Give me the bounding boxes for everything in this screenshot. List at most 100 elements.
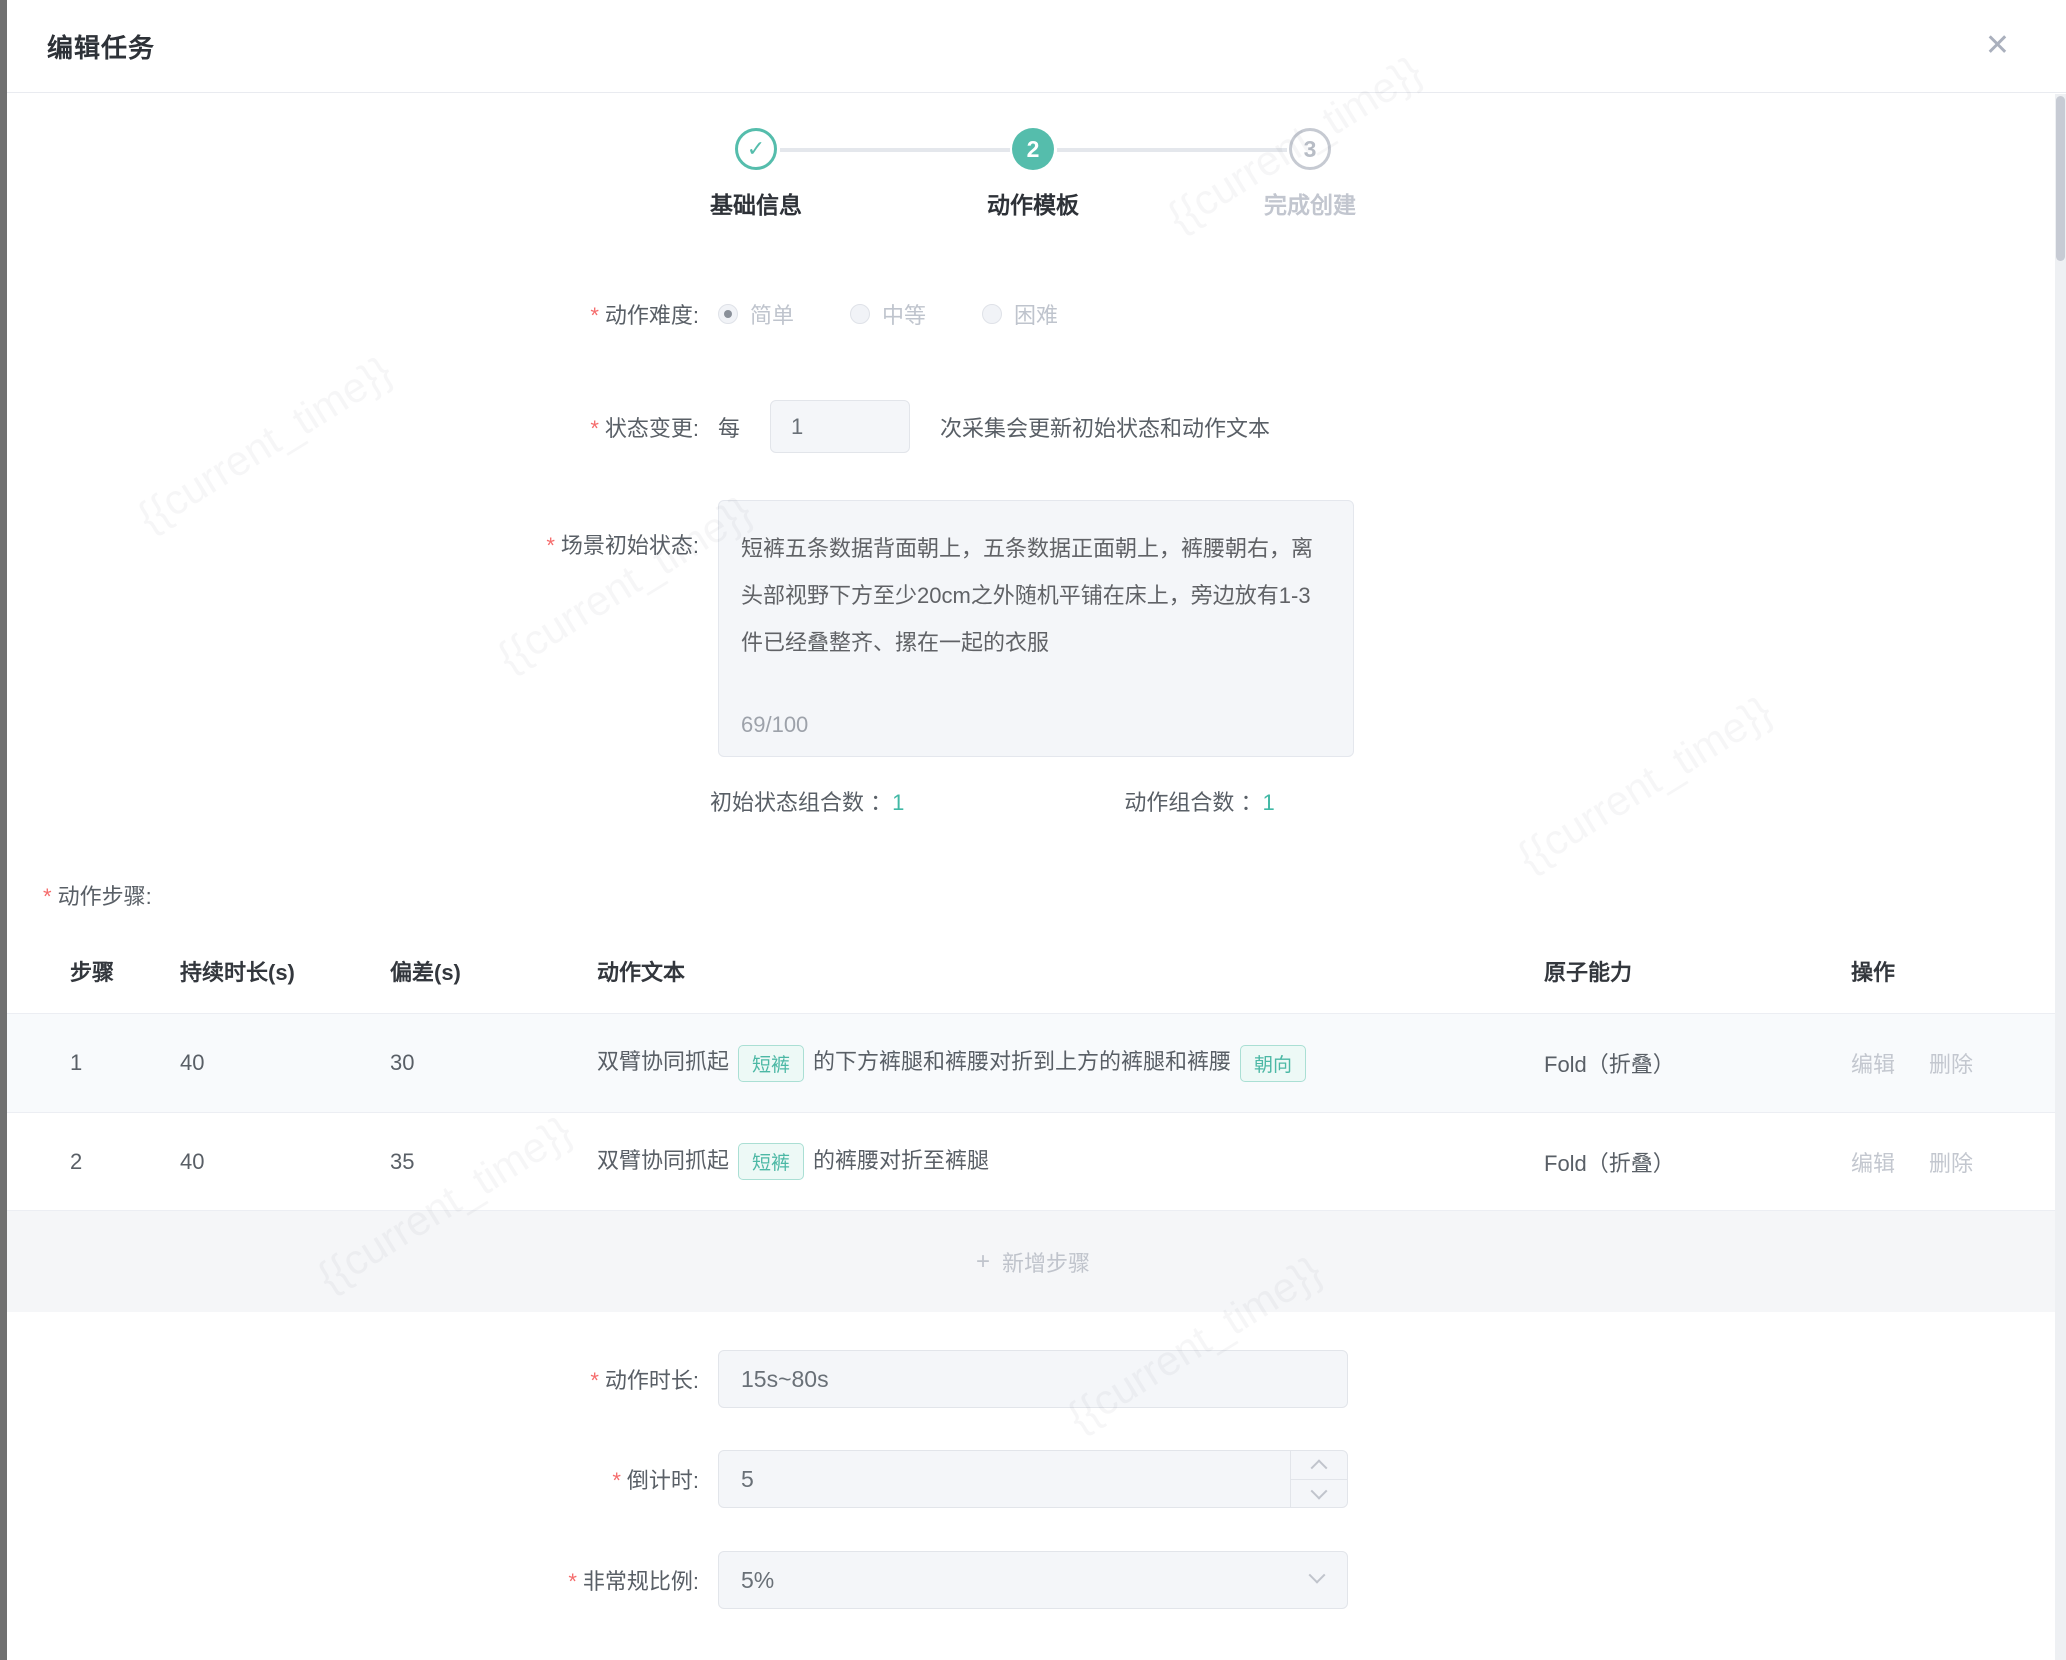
select-chevron-down-icon	[1309, 1567, 1326, 1584]
step3-number: 3	[1289, 128, 1331, 170]
cell-operations: 编辑 删除	[1851, 1014, 2066, 1113]
wizard-stepper: ✓ 基础信息 2 动作模板 3 完成创建	[0, 93, 2066, 220]
state-change-row: *状态变更: 每 1 次采集会更新初始状态和动作文本	[0, 400, 2066, 453]
state-change-suffix: 次采集会更新初始状态和动作文本	[940, 411, 1270, 443]
unusual-ratio-label: *非常规比例:	[0, 1564, 699, 1596]
difficulty-options: 简单 中等 困难	[718, 298, 1114, 330]
step-connector	[780, 148, 1010, 152]
edit-link[interactable]: 编辑	[1851, 1151, 1895, 1176]
unusual-ratio-select[interactable]: 5%	[718, 1551, 1348, 1609]
delete-link[interactable]: 删除	[1929, 1052, 1973, 1077]
col-operations: 操作	[1851, 929, 2066, 1014]
action-combo-label: 动作组合数 ：1	[1124, 785, 1274, 817]
initial-state-label: *场景初始状态:	[0, 528, 699, 560]
step-action-template: 2 动作模板	[895, 128, 1172, 220]
initial-state-row: *场景初始状态: 短裤五条数据背面朝上，五条数据正面朝上，裤腰朝右，离头部视野下…	[0, 500, 2066, 757]
table-row: 2 40 35 双臂协同抓起短裤的裤腰对折至裤腿 Fold（折叠） 编辑 删除	[0, 1112, 2066, 1211]
radio-hard[interactable]: 困难	[982, 298, 1058, 330]
cell-step: 1	[0, 1014, 180, 1113]
required-asterisk: *	[590, 1368, 599, 1393]
cell-duration: 40	[180, 1112, 390, 1211]
object-tag: 短裤	[738, 1045, 804, 1082]
required-asterisk: *	[612, 1468, 621, 1493]
cell-step: 2	[0, 1112, 180, 1211]
duration-label: *动作时长:	[0, 1363, 699, 1395]
delete-link[interactable]: 删除	[1929, 1151, 1973, 1176]
radio-circle-icon	[850, 304, 870, 324]
radio-circle-icon	[718, 304, 738, 324]
initial-combo-label: 初始状态组合数 ：1	[710, 785, 904, 817]
countdown-row: *倒计时: 5	[0, 1450, 2066, 1508]
scrollbar-track[interactable]	[2055, 94, 2066, 1660]
cell-deviation: 35	[390, 1112, 597, 1211]
initial-state-text: 短裤五条数据背面朝上，五条数据正面朝上，裤腰朝右，离头部视野下方至少20cm之外…	[741, 525, 1325, 666]
col-step: 步骤	[0, 929, 180, 1014]
difficulty-row: *动作难度: 简单 中等 困难	[0, 298, 2066, 330]
close-icon[interactable]: ✕	[1985, 31, 2010, 61]
step3-label: 完成创建	[1264, 186, 1356, 220]
countdown-input[interactable]: 5	[718, 1450, 1348, 1508]
step1-label: 基础信息	[710, 186, 802, 220]
cell-ability: Fold（折叠）	[1544, 1112, 1851, 1211]
chevron-up-icon	[1311, 1459, 1328, 1476]
difficulty-label: *动作难度:	[0, 298, 699, 330]
plus-icon: +	[976, 1248, 990, 1276]
step-complete-creation: 3 完成创建	[1172, 128, 1449, 220]
table-row: 1 40 30 双臂协同抓起短裤的下方裤腿和裤腰对折到上方的裤腿和裤腰朝向 Fo…	[0, 1014, 2066, 1113]
cell-ability: Fold（折叠）	[1544, 1014, 1851, 1113]
orientation-tag: 朝向	[1240, 1045, 1306, 1082]
cell-action-text: 双臂协同抓起短裤的裤腰对折至裤腿	[597, 1112, 1544, 1211]
action-steps-section-label: *动作步骤:	[43, 879, 2066, 911]
col-atomic-ability: 原子能力	[1544, 929, 1851, 1014]
initial-state-textarea[interactable]: 短裤五条数据背面朝上，五条数据正面朝上，裤腰朝右，离头部视野下方至少20cm之外…	[718, 500, 1354, 757]
step2-number: 2	[1012, 128, 1054, 170]
number-stepper	[1290, 1451, 1347, 1507]
add-step-button[interactable]: + 新增步骤	[0, 1211, 2066, 1312]
stepper-up-button[interactable]	[1291, 1451, 1347, 1480]
state-change-label: *状态变更:	[0, 411, 699, 443]
char-counter: 69/100	[741, 712, 808, 738]
dialog-title: 编辑任务	[47, 28, 155, 65]
table-header-row: 步骤 持续时长(s) 偏差(s) 动作文本 原子能力 操作	[0, 929, 2066, 1014]
col-action-text: 动作文本	[597, 929, 1544, 1014]
action-combo-value: 1	[1263, 790, 1275, 815]
required-asterisk: *	[546, 533, 555, 558]
action-steps-table: 步骤 持续时长(s) 偏差(s) 动作文本 原子能力 操作 1 40 30 双臂…	[0, 929, 2066, 1211]
watermark-layer: {{current_time}} {{current_time}} {{curr…	[0, 0, 2066, 1660]
step-connector	[1057, 148, 1287, 152]
col-duration: 持续时长(s)	[180, 929, 390, 1014]
chevron-down-icon	[1311, 1482, 1328, 1499]
countdown-label: *倒计时:	[0, 1463, 699, 1495]
radio-simple[interactable]: 简单	[718, 298, 794, 330]
radio-hard-label: 困难	[1014, 298, 1058, 330]
state-change-prefix: 每	[718, 411, 740, 443]
step1-check-icon: ✓	[735, 128, 777, 170]
cell-deviation: 30	[390, 1014, 597, 1113]
col-deviation: 偏差(s)	[390, 929, 597, 1014]
required-asterisk: *	[590, 416, 599, 441]
step-basic-info: ✓ 基础信息	[618, 128, 895, 220]
radio-circle-icon	[982, 304, 1002, 324]
state-change-input[interactable]: 1	[770, 400, 910, 453]
required-asterisk: *	[590, 303, 599, 328]
add-step-label: 新增步骤	[1002, 1246, 1090, 1278]
radio-simple-label: 简单	[750, 298, 794, 330]
required-asterisk: *	[568, 1569, 577, 1594]
stepper-down-button[interactable]	[1291, 1480, 1347, 1508]
combos-row: 初始状态组合数 ：1 动作组合数 ：1	[0, 785, 2066, 817]
page-left-edge	[0, 0, 7, 1660]
edit-link[interactable]: 编辑	[1851, 1052, 1895, 1077]
cell-operations: 编辑 删除	[1851, 1112, 2066, 1211]
radio-medium-label: 中等	[882, 298, 926, 330]
duration-input[interactable]: 15s~80s	[718, 1350, 1348, 1408]
required-asterisk: *	[43, 884, 52, 909]
cell-action-text: 双臂协同抓起短裤的下方裤腿和裤腰对折到上方的裤腿和裤腰朝向	[597, 1014, 1544, 1113]
duration-row: *动作时长: 15s~80s	[0, 1350, 2066, 1408]
scrollbar-thumb[interactable]	[2056, 96, 2065, 261]
edit-task-dialog: {{current_time}} {{current_time}} {{curr…	[0, 0, 2066, 1660]
dialog-header: 编辑任务 ✕	[0, 0, 2066, 93]
unusual-ratio-row: *非常规比例: 5%	[0, 1551, 2066, 1609]
radio-medium[interactable]: 中等	[850, 298, 926, 330]
object-tag: 短裤	[738, 1143, 804, 1180]
step2-label: 动作模板	[987, 186, 1079, 220]
